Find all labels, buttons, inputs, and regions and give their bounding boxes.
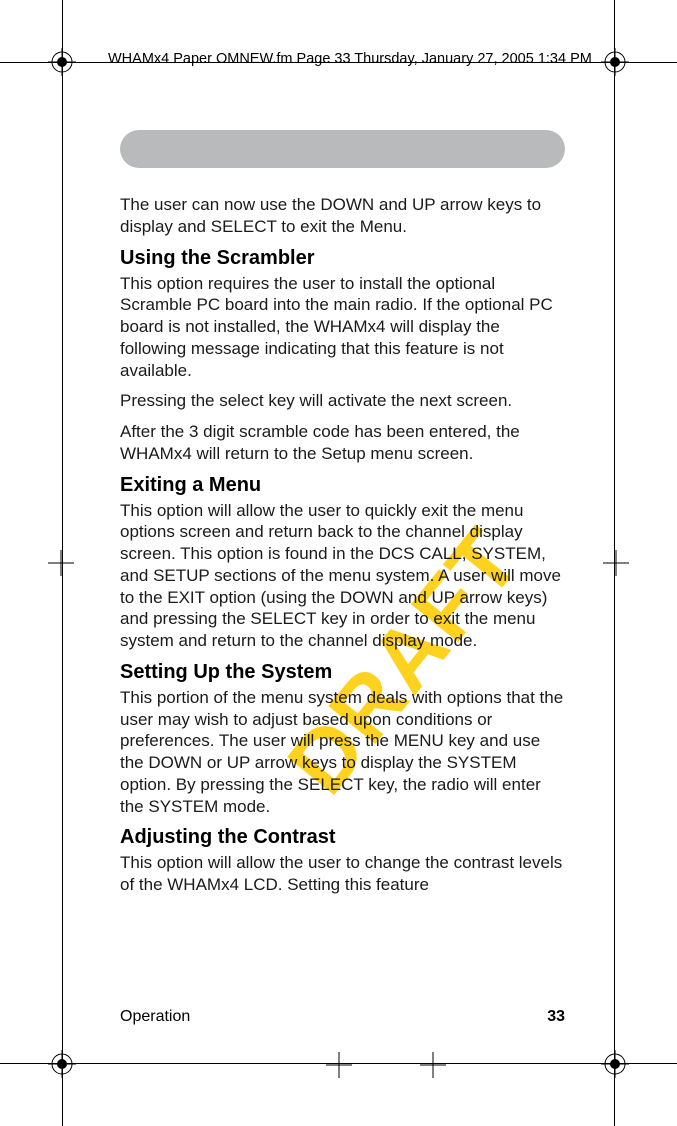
registration-mark-top-right-icon [601, 48, 629, 76]
page-file-meta: WHAMx4 Paper OMNEW.fm Page 33 Thursday, … [108, 51, 592, 67]
body-paragraph: This option requires the user to install… [120, 273, 565, 382]
body-paragraph: After the 3 digit scramble code has been… [120, 421, 565, 465]
crop-cross-right-icon [603, 550, 629, 576]
footer-section-name: Operation [120, 1008, 190, 1026]
crop-cross-bottom-right-icon [420, 1052, 446, 1078]
body-paragraph: The user can now use the DOWN and UP arr… [120, 194, 565, 238]
section-header-bar [120, 130, 565, 168]
page-content: The user can now use the DOWN and UP arr… [120, 130, 565, 905]
registration-mark-top-left-icon [48, 48, 76, 76]
body-paragraph: Pressing the select key will activate th… [120, 390, 565, 412]
crop-cross-left-icon [48, 550, 74, 576]
footer-page-number: 33 [547, 1008, 565, 1026]
section-heading: Using the Scrambler [120, 247, 565, 270]
registration-mark-bottom-right-icon [601, 1050, 629, 1078]
page-footer: Operation 33 [120, 1008, 565, 1026]
body-paragraph: This portion of the menu system deals wi… [120, 687, 565, 818]
body-paragraph: This option will allow the user to chang… [120, 852, 565, 896]
section-heading: Setting Up the System [120, 661, 565, 684]
registration-mark-bottom-left-icon [48, 1050, 76, 1078]
section-heading: Exiting a Menu [120, 474, 565, 497]
body-paragraph: This option will allow the user to quick… [120, 500, 565, 652]
crop-cross-bottom-center-icon [326, 1052, 352, 1078]
section-heading: Adjusting the Contrast [120, 826, 565, 849]
